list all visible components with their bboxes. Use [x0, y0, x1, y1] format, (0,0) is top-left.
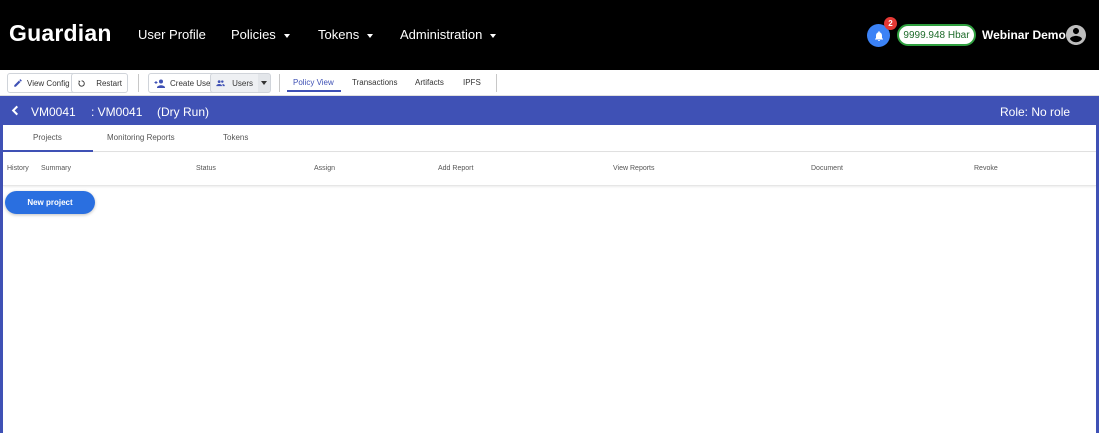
brand-logo[interactable]: Guardian [9, 20, 112, 47]
nav-administration-label: Administration [400, 27, 483, 42]
toolbar-divider [496, 74, 497, 92]
nav-tokens-label: Tokens [318, 27, 360, 42]
column-header-view-reports: View Reports [613, 165, 655, 172]
column-header-add-report: Add Report [438, 165, 474, 172]
active-link-indicator [287, 90, 341, 92]
policy-role: Role: No role [1000, 105, 1071, 119]
chevron-left-icon[interactable] [11, 105, 19, 116]
tab-projects[interactable]: Projects [33, 133, 62, 142]
top-navbar: Guardian User Profile Policies Tokens Ad… [0, 0, 1099, 70]
policy-toolbar: View Config Restart Create User Users Po… [0, 70, 1099, 96]
nav-tokens[interactable]: Tokens [318, 27, 374, 42]
toolbar-divider [279, 74, 280, 92]
chevron-down-icon [367, 33, 374, 38]
toolbar-link-artifacts[interactable]: Artifacts [415, 78, 444, 87]
users-button[interactable]: Users [210, 73, 259, 93]
bell-icon [874, 30, 883, 41]
view-config-button[interactable]: View Config [7, 73, 76, 93]
column-header-summary: Summary [41, 165, 71, 172]
notification-badge: 2 [884, 17, 897, 30]
column-header-revoke: Revoke [974, 165, 998, 172]
nav-administration[interactable]: Administration [400, 27, 497, 42]
toolbar-link-ipfs[interactable]: IPFS [463, 78, 481, 87]
toolbar-divider [138, 74, 139, 92]
person-add-icon [154, 79, 165, 88]
restart-label: Restart [96, 78, 122, 88]
restart-icon [78, 79, 85, 87]
create-user-label: Create User [170, 78, 214, 88]
create-user-button[interactable]: Create User [148, 73, 220, 93]
username-label[interactable]: Webinar Demo [982, 28, 1066, 42]
policy-subtitle: : VM0041 [91, 105, 143, 119]
account-circle-icon[interactable] [1064, 23, 1088, 47]
policy-code: VM0041 [31, 105, 76, 119]
column-header-assign: Assign [314, 165, 336, 172]
users-dropdown-toggle[interactable] [258, 73, 271, 93]
restart-button[interactable]: Restart [71, 73, 128, 93]
toolbar-link-policy-view[interactable]: Policy View [293, 78, 334, 87]
users-label: Users [232, 78, 253, 88]
policy-mode: (Dry Run) [157, 105, 210, 119]
chevron-down-icon [261, 81, 267, 85]
nav-user-profile-label: User Profile [138, 27, 206, 42]
nav-policies[interactable]: Policies [231, 27, 290, 42]
tab-monitoring-reports[interactable]: Monitoring Reports [107, 133, 175, 142]
pencil-icon [14, 79, 22, 87]
toolbar-link-transactions[interactable]: Transactions [352, 78, 398, 87]
column-header-document: Document [811, 165, 843, 172]
nav-user-profile[interactable]: User Profile [138, 27, 206, 42]
chevron-down-icon [490, 33, 497, 38]
chevron-down-icon [283, 33, 290, 38]
group-icon [216, 80, 225, 87]
tab-tokens[interactable]: Tokens [223, 133, 248, 142]
balance-pill: 9999.948 Hbar [897, 24, 976, 46]
column-header-history: History [7, 165, 29, 172]
active-tab-indicator [3, 150, 93, 152]
projects-table-header: History Summary Status Assign Add Report… [3, 153, 1096, 186]
view-config-label: View Config [27, 78, 70, 88]
policy-title-bar: VM0041 : VM0041 (Dry Run) Role: No role [0, 96, 1099, 125]
nav-policies-label: Policies [231, 27, 276, 42]
policy-tabs: Projects Monitoring Reports Tokens [3, 125, 1096, 152]
column-header-status: Status [196, 165, 216, 172]
new-project-button[interactable]: New project [5, 191, 95, 214]
